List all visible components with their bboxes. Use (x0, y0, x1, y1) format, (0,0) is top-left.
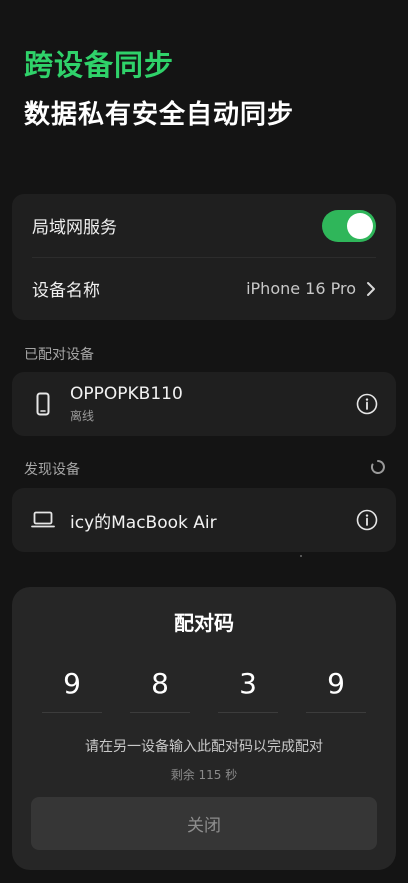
pairing-digit: 9 (306, 667, 366, 713)
toggle-knob (347, 212, 373, 239)
discovered-device-name: icy的MacBook Air (70, 512, 217, 533)
pairing-digit: 3 (218, 667, 278, 713)
device-name-value: iPhone 16 Pro (246, 279, 356, 298)
discovered-device-item[interactable]: icy的MacBook Air (12, 488, 396, 552)
paired-device-status: 离线 (70, 409, 95, 423)
paired-device-name: OPPOPKB110 (70, 384, 183, 404)
paired-device-text: OPPOPKB110 离线 (70, 384, 356, 424)
lan-service-label: 局域网服务 (32, 218, 117, 238)
close-button[interactable]: 关闭 (31, 797, 377, 850)
device-name-row[interactable]: 设备名称 iPhone 16 Pro (12, 257, 396, 320)
pairing-code-digits: 9 8 3 9 (42, 667, 366, 713)
info-icon[interactable] (356, 509, 378, 531)
loading-spinner-icon (370, 460, 385, 474)
discovered-devices-label: 发现设备 (24, 462, 80, 478)
decorative-dot (300, 555, 302, 557)
laptop-icon (30, 507, 56, 533)
lan-service-row: 局域网服务 (12, 194, 396, 257)
pairing-digit: 8 (130, 667, 190, 713)
info-icon[interactable] (356, 393, 378, 415)
pairing-countdown: 剩余 115 秒 (170, 768, 238, 782)
pairing-code-sheet: 配对码 9 8 3 9 请在另一设备输入此配对码以完成配对 剩余 115 秒 关… (12, 587, 396, 870)
phone-icon (30, 391, 56, 417)
settings-card: 局域网服务 设备名称 iPhone 16 Pro (12, 194, 396, 320)
paired-device-item[interactable]: OPPOPKB110 离线 (12, 372, 396, 436)
paired-devices-label: 已配对设备 (24, 347, 94, 363)
pairing-code-title: 配对码 (174, 611, 234, 635)
pairing-digit: 9 (42, 667, 102, 713)
discovered-device-text: icy的MacBook Air (70, 508, 356, 533)
page-title: 跨设备同步 (24, 48, 175, 82)
pairing-hint: 请在另一设备输入此配对码以完成配对 (85, 739, 323, 755)
lan-service-toggle[interactable] (322, 209, 376, 242)
device-name-label: 设备名称 (32, 281, 100, 301)
chevron-right-icon (367, 281, 375, 296)
page-subtitle: 数据私有安全自动同步 (24, 100, 295, 130)
